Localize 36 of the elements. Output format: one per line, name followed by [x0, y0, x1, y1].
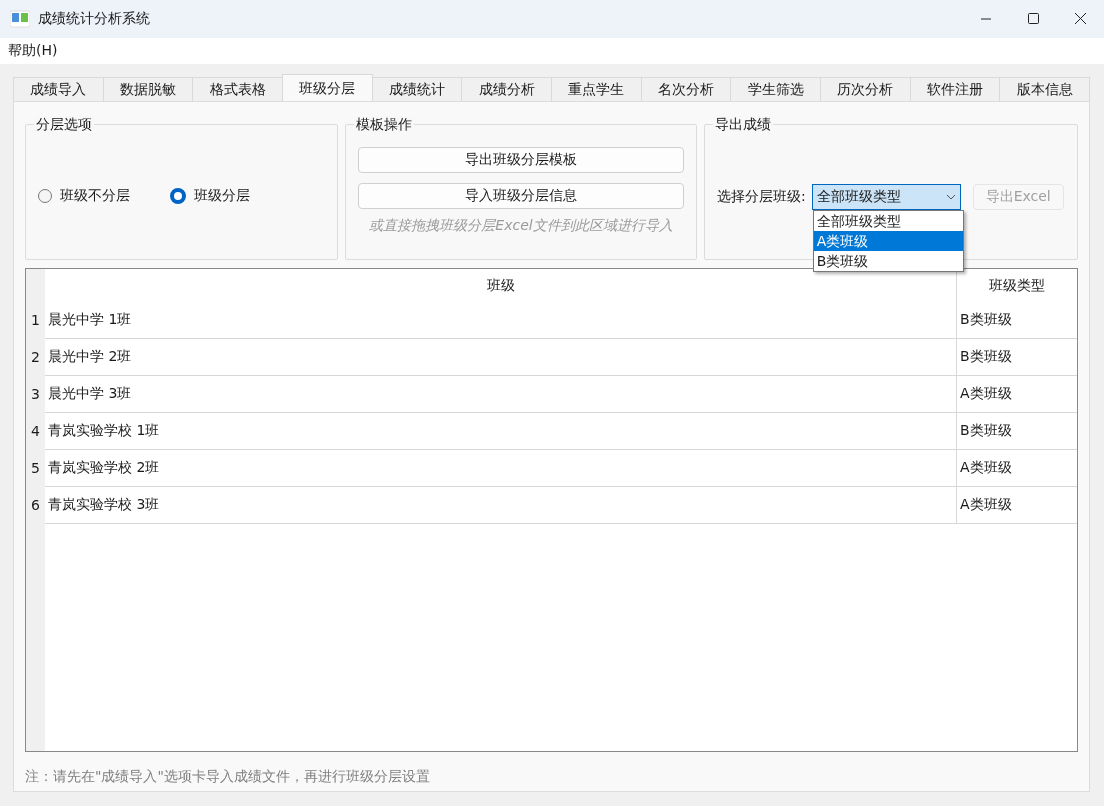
tab[interactable]: 成绩导入 — [13, 77, 104, 101]
table-cell: 青岚实验学校 1班 — [45, 412, 957, 450]
dropdown-option[interactable]: B类班级 — [813, 251, 963, 271]
tab[interactable]: 班级分层 — [282, 74, 373, 101]
radio-label: 班级不分层 — [60, 187, 130, 205]
template-button[interactable]: 导出班级分层模板 — [358, 147, 684, 173]
menu-item[interactable]: 帮助(H) — [8, 42, 58, 60]
table-cell: 青岚实验学校 3班 — [45, 486, 957, 524]
field-label: 选择分层班级: — [717, 188, 806, 206]
table-cell: 晨光中学 2班 — [45, 338, 957, 376]
radio-option[interactable]: 班级分层 — [170, 187, 250, 205]
table-cell: 晨光中学 3班 — [45, 375, 957, 413]
table-cell: 青岚实验学校 2班 — [45, 449, 957, 487]
table-cell: B类班级 — [956, 302, 1077, 339]
radio-option[interactable]: 班级不分层 — [38, 187, 130, 205]
table-cell: A类班级 — [956, 486, 1077, 524]
footnote: 注：请先在"成绩导入"选项卡导入成绩文件，再进行班级分层设置 — [25, 768, 431, 786]
chevron-icon — [945, 194, 956, 200]
radio-label: 班级分层 — [194, 187, 250, 205]
dropdown-option[interactable]: 全部班级类型 — [813, 211, 963, 231]
table-cell: B类班级 — [956, 412, 1077, 450]
tab[interactable]: 版本信息 — [999, 77, 1091, 101]
table-cell: 晨光中学 1班 — [45, 302, 957, 339]
table-cell: A类班级 — [956, 375, 1077, 413]
radio-button[interactable] — [170, 188, 186, 204]
table-cell: B类班级 — [956, 338, 1077, 376]
app-logo-icon — [10, 10, 30, 28]
template-button[interactable]: 导入班级分层信息 — [358, 183, 684, 209]
group-title: 导出成绩 — [713, 116, 773, 134]
group-title: 模板操作 — [354, 116, 414, 134]
group-title: 分层选项 — [34, 116, 94, 134]
drop-hint: 或直接拖拽班级分层Excel文件到此区域进行导入 — [368, 217, 674, 235]
radio-button[interactable] — [38, 189, 52, 203]
window-title: 成绩统计分析系统 — [38, 10, 150, 28]
table-cell: A类班级 — [956, 449, 1077, 487]
dropdown-option[interactable]: A类班级 — [813, 231, 963, 251]
